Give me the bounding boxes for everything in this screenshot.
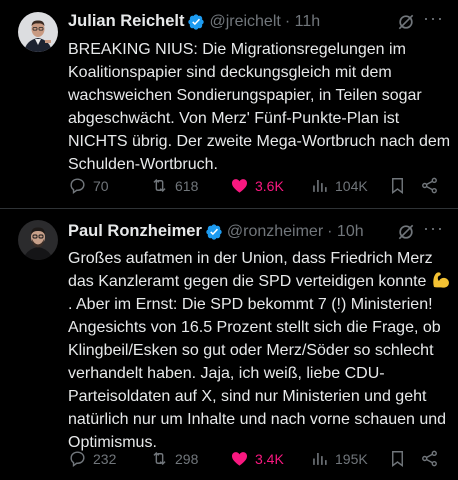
views-count: 195K — [335, 450, 368, 467]
like-button[interactable]: 3.6K — [230, 176, 284, 195]
reply-count: 70 — [93, 177, 109, 194]
verified-badge-icon — [187, 13, 205, 31]
reply-button[interactable]: 232 — [68, 449, 116, 468]
tweet-reichelt[interactable]: Julian Reichelt @jreichelt · 11h ··· BRE… — [0, 0, 458, 208]
repost-icon — [153, 451, 166, 466]
timestamp[interactable]: · 10h — [327, 223, 363, 241]
views-button[interactable]: 195K — [310, 449, 368, 468]
repost-button[interactable]: 298 — [150, 449, 198, 468]
tweet-ronzheimer[interactable]: Paul Ronzheimer @ronzheimer · 10h ··· Gr… — [0, 210, 458, 480]
repost-icon — [153, 178, 166, 193]
views-button[interactable]: 104K — [310, 176, 368, 195]
author-name[interactable]: Paul Ronzheimer — [68, 222, 202, 241]
repost-count: 618 — [175, 177, 199, 194]
views-icon — [313, 452, 327, 465]
tweet-text-part1: Großes aufatmen in der Union, dass Fried… — [68, 250, 438, 290]
flexed-biceps-emoji — [431, 270, 451, 289]
reply-icon — [70, 451, 85, 468]
share-icon — [422, 177, 437, 194]
reply-icon — [70, 178, 85, 195]
tweet-text: BREAKING NIUS: Die Migrationsregelungen … — [68, 41, 455, 173]
grok-icon[interactable] — [396, 12, 416, 32]
tweet-text: Großes aufatmen in der Union, dass Fried… — [68, 247, 452, 454]
repost-button[interactable]: 618 — [150, 176, 198, 195]
more-icon[interactable]: ··· — [423, 218, 444, 239]
bookmark-icon — [392, 451, 403, 468]
author-handle[interactable]: @ronzheimer — [227, 223, 323, 241]
share-icon — [422, 450, 437, 467]
repost-count: 298 — [175, 450, 199, 467]
tweet-divider — [0, 208, 458, 209]
like-button[interactable]: 3.4K — [230, 449, 284, 468]
tweet-header: Julian Reichelt @jreichelt · 11h ··· — [68, 8, 458, 32]
avatar[interactable] — [18, 220, 58, 260]
action-bar: 70 618 3.6K 104K — [68, 176, 458, 196]
share-button[interactable] — [420, 449, 439, 468]
tweet-text-part2: . Aber im Ernst: Die SPD bekommt 7 (!) M… — [68, 296, 451, 451]
verified-badge-icon — [205, 223, 223, 241]
bookmark-button[interactable] — [388, 176, 407, 195]
like-icon — [231, 452, 248, 466]
reply-button[interactable]: 70 — [68, 176, 109, 195]
timestamp[interactable]: · 11h — [285, 13, 320, 31]
more-icon[interactable]: ··· — [423, 8, 444, 29]
like-count: 3.4K — [255, 450, 284, 467]
bookmark-icon — [392, 178, 403, 195]
grok-icon[interactable] — [396, 222, 416, 242]
bookmark-button[interactable] — [388, 449, 407, 468]
like-count: 3.6K — [255, 177, 284, 194]
action-bar: 232 298 3.4K 195K — [68, 449, 458, 469]
author-handle[interactable]: @jreichelt — [209, 13, 280, 31]
views-count: 104K — [335, 177, 368, 194]
like-icon — [231, 179, 248, 193]
views-icon — [313, 179, 327, 192]
avatar[interactable] — [18, 12, 58, 52]
share-button[interactable] — [420, 176, 439, 195]
author-name[interactable]: Julian Reichelt — [68, 12, 184, 31]
reply-count: 232 — [93, 450, 117, 467]
tweet-header: Paul Ronzheimer @ronzheimer · 10h ··· — [68, 218, 458, 242]
